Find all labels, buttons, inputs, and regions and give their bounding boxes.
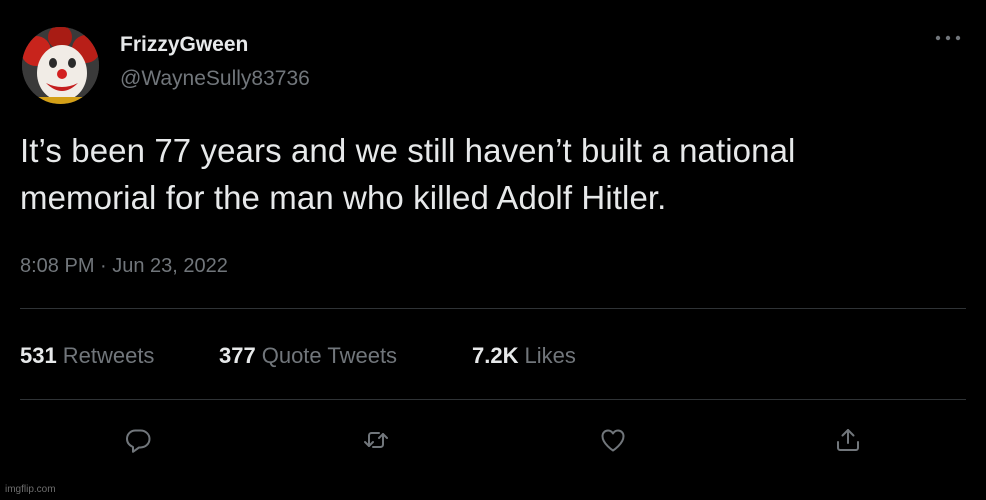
display-name[interactable]: FrizzyGween	[120, 33, 248, 57]
likes-label: Likes	[524, 343, 576, 368]
retweets-count: 531	[20, 343, 57, 368]
tweet-text-line: memorial for the man who killed Adolf Hi…	[20, 179, 667, 216]
user-handle[interactable]: @WayneSully83736	[120, 67, 310, 91]
divider	[20, 308, 966, 309]
quote-tweets-label: Quote Tweets	[261, 343, 398, 368]
likes-stat[interactable]: 7.2K Likes	[472, 343, 576, 369]
more-icon	[935, 35, 961, 41]
divider	[20, 399, 966, 400]
retweet-icon	[364, 432, 388, 448]
more-options-button[interactable]	[928, 26, 968, 50]
share-icon	[837, 429, 859, 451]
tweet-text-line: It’s been 77 years and we still haven’t …	[20, 132, 796, 169]
retweets-stat[interactable]: 531 Retweets	[20, 343, 154, 369]
reply-button[interactable]	[118, 420, 158, 460]
clown-avatar-icon	[22, 27, 99, 104]
likes-count: 7.2K	[472, 343, 519, 368]
tweet-timestamp[interactable]: 8:08 PM · Jun 23, 2022	[20, 255, 228, 278]
avatar[interactable]	[22, 27, 99, 104]
retweets-label: Retweets	[62, 343, 155, 368]
like-button[interactable]	[593, 420, 633, 460]
quote-tweets-stat[interactable]: 377 Quote Tweets	[219, 343, 397, 369]
watermark: imgflip.com	[5, 484, 56, 495]
tweet-text: It’s been 77 years and we still haven’t …	[20, 127, 960, 221]
tweet-card: FrizzyGween @WayneSully83736 It’s been 7…	[0, 0, 986, 500]
quote-tweets-count: 377	[219, 343, 256, 368]
retweet-button[interactable]	[356, 420, 396, 460]
heart-icon	[601, 429, 625, 452]
share-button[interactable]	[828, 420, 868, 460]
reply-icon	[126, 429, 151, 453]
